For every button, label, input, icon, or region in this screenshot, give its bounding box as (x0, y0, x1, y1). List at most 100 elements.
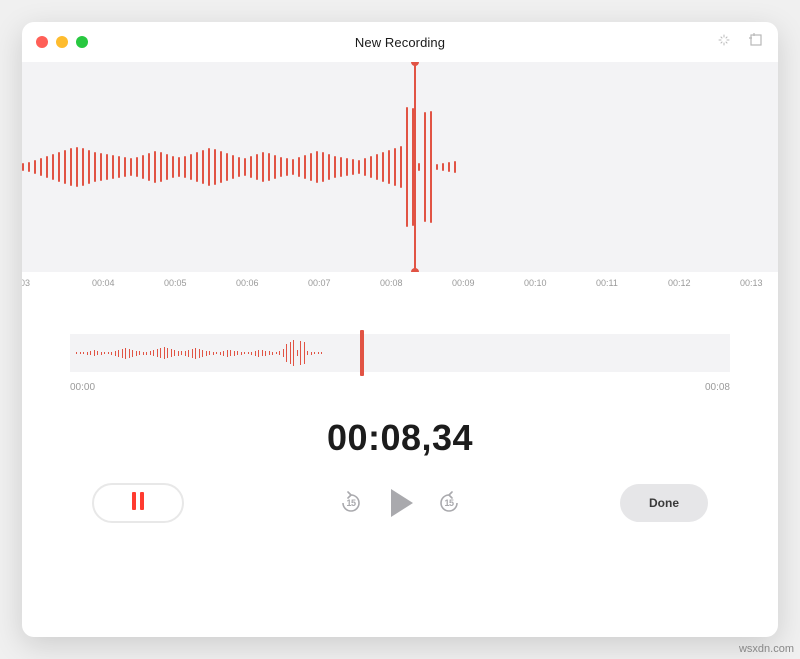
overview-bar (115, 351, 116, 356)
timeline-tick: 00:04 (92, 278, 115, 288)
overview-bar (213, 352, 214, 355)
waveform-bar (316, 151, 318, 183)
overview-bar (143, 352, 144, 355)
waveform-bar (268, 153, 270, 181)
waveform-bar (22, 163, 24, 171)
overview-bar (276, 352, 277, 354)
waveform-main[interactable] (22, 62, 778, 272)
overview-bar (101, 352, 102, 355)
waveform-bar (346, 158, 348, 176)
waveform-bar (454, 161, 456, 173)
overview-bar (220, 352, 221, 355)
minimize-window-button[interactable] (56, 36, 68, 48)
overview-bar (157, 349, 158, 357)
pause-button[interactable] (92, 483, 184, 523)
waveform-bar (28, 162, 30, 172)
overview-bar (307, 351, 308, 355)
overview-start-time: 00:00 (70, 382, 95, 393)
waveform-bar (118, 156, 120, 178)
waveform-bar (70, 148, 72, 186)
overview-bar (188, 350, 189, 357)
overview-bar (318, 352, 319, 354)
overview-bar (167, 348, 168, 358)
waveform-bar (448, 162, 450, 172)
overview-bar (258, 350, 259, 357)
overview-bar (80, 352, 81, 354)
overview-bar (321, 352, 322, 354)
overview-bar (90, 351, 91, 355)
overview-bar (108, 352, 109, 354)
timeline-tick: 00:13 (740, 278, 763, 288)
window-controls (36, 36, 88, 48)
waveform-bar (298, 157, 300, 177)
overview-bar (206, 351, 207, 356)
waveform-bar (406, 107, 408, 227)
playhead[interactable] (414, 62, 416, 272)
waveform-bar (376, 154, 378, 180)
done-button[interactable]: Done (620, 484, 708, 522)
overview-bar (164, 347, 165, 359)
overview-time-labels: 00:00 00:08 (70, 382, 730, 393)
overview-playhead[interactable] (360, 330, 364, 376)
waveform-bar (286, 158, 288, 176)
timeline-tick: 00:06 (236, 278, 259, 288)
skip-back-seconds: 15 (346, 498, 355, 508)
overview-bar (269, 351, 270, 355)
skip-forward-button[interactable]: 15 (437, 491, 461, 515)
waveform-bar (208, 148, 210, 186)
timeline-tick: 00:08 (380, 278, 403, 288)
pause-icon (130, 492, 146, 515)
overview-bar (272, 352, 273, 355)
overview-bar (94, 350, 95, 356)
waveform-bar (370, 156, 372, 178)
waveform-bar (178, 157, 180, 177)
overview-bar (129, 349, 130, 358)
overview-bar (293, 340, 294, 366)
close-window-button[interactable] (36, 36, 48, 48)
waveform-bar (214, 149, 216, 185)
trim-icon[interactable] (748, 32, 764, 53)
waveform-bar (304, 155, 306, 179)
waveform-bar (232, 155, 234, 179)
waveform-bar (88, 150, 90, 184)
overview-bar (290, 342, 291, 364)
overview-bar (171, 349, 172, 357)
overview-bar (262, 350, 263, 356)
waveform-bar (394, 148, 396, 186)
maximize-window-button[interactable] (76, 36, 88, 48)
waveform-bar (196, 152, 198, 182)
timeline-tick: 03 (22, 278, 30, 288)
overview-bar (304, 342, 305, 364)
overview-bar (111, 352, 112, 355)
overview-bar (136, 351, 137, 356)
waveform-bar (238, 157, 240, 177)
waveform-bar (274, 155, 276, 179)
waveform-bar (310, 153, 312, 181)
timeline-tick: 00:07 (308, 278, 331, 288)
overview-bar (286, 344, 287, 362)
enhance-icon[interactable] (716, 32, 732, 53)
overview-bar (199, 349, 200, 358)
waveform-bar (100, 153, 102, 181)
waveform-bar (292, 159, 294, 175)
play-button[interactable] (387, 489, 413, 517)
waveform-bar (430, 111, 432, 223)
waveform-bar (124, 157, 126, 177)
skip-back-button[interactable]: 15 (339, 491, 363, 515)
waveform-bar (130, 158, 132, 176)
waveform-bar (388, 150, 390, 184)
waveform-bar (442, 163, 444, 171)
waveform-bar (166, 154, 168, 180)
overview-bar (122, 349, 123, 358)
waveform-overview[interactable] (70, 334, 730, 372)
waveform-bar (226, 153, 228, 181)
overview-bar (125, 348, 126, 359)
waveform-bar (148, 153, 150, 181)
waveform-bar (202, 150, 204, 184)
center-controls: 15 15 (339, 489, 461, 517)
overview-bar (314, 352, 315, 354)
waveform-bar (322, 152, 324, 182)
overview-bar (146, 352, 147, 355)
waveform-bar (352, 159, 354, 175)
timeline-tick: 00:05 (164, 278, 187, 288)
